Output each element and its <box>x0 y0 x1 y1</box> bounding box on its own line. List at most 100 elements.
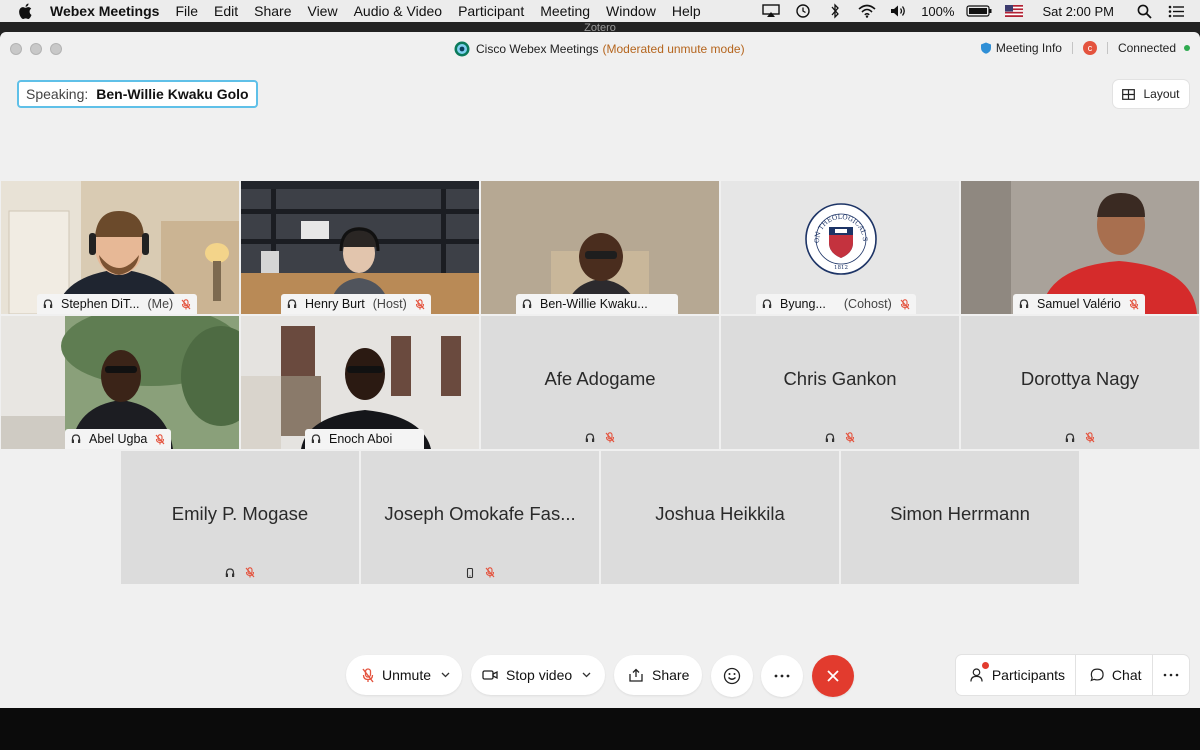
unmute-button[interactable]: Unmute <box>346 655 462 695</box>
participant-name-tag: Enoch Aboi <box>305 429 425 449</box>
video-tile-enoch[interactable]: Enoch Aboi <box>241 316 479 449</box>
participant-status-icons <box>961 432 1199 443</box>
menu-meeting[interactable]: Meeting <box>532 0 598 22</box>
participant-name-tag: Abel Ugba <box>65 429 172 449</box>
headset-icon <box>1019 299 1029 308</box>
participant-name: Samuel Valério <box>1037 297 1121 311</box>
participants-button[interactable]: Participants <box>956 655 1075 695</box>
more-options-button[interactable] <box>761 655 803 697</box>
menu-view[interactable]: View <box>299 0 345 22</box>
chat-button[interactable]: Chat <box>1076 655 1152 695</box>
name-tile-emily[interactable]: Emily P. Mogase <box>121 451 359 584</box>
video-tile-byung[interactable]: PRINCETON THEOLOGICAL SEMINARY 1812 Byun… <box>721 181 959 314</box>
bluetooth-icon[interactable] <box>825 3 845 19</box>
headset-icon <box>825 432 835 442</box>
participant-name: Stephen DiT... <box>61 297 140 311</box>
smiley-icon <box>723 667 741 685</box>
share-icon <box>628 668 644 682</box>
headset-icon <box>43 299 53 308</box>
muted-mic-icon <box>1129 298 1139 309</box>
spotlight-search-icon[interactable] <box>1134 3 1154 19</box>
muted-mic-icon <box>181 298 191 309</box>
participant-name: Chris Gankon <box>783 368 897 389</box>
menu-app-name[interactable]: Webex Meetings <box>36 0 167 22</box>
meeting-info-button[interactable]: Meeting Info <box>996 41 1062 55</box>
shield-icon <box>980 42 992 54</box>
participant-name: Enoch Aboi <box>329 432 393 446</box>
video-tile-henry[interactable]: Henry Burt (Host) <box>241 181 479 314</box>
participant-name-tag: Henry Burt (Host) <box>281 294 431 314</box>
muted-mic-icon <box>1085 432 1095 443</box>
layout-button[interactable]: Layout <box>1113 80 1189 108</box>
headset-icon <box>287 299 297 308</box>
chevron-down-icon[interactable] <box>441 672 450 678</box>
muted-mic-icon <box>155 433 165 444</box>
stop-video-button[interactable]: Stop video <box>471 655 605 695</box>
name-tile-dorottya[interactable]: Dorottya Nagy <box>961 316 1199 449</box>
stop-video-label: Stop video <box>506 667 573 683</box>
menu-audio-video[interactable]: Audio & Video <box>346 0 450 22</box>
recording-badge[interactable]: c <box>1082 41 1097 55</box>
video-tile-samuel[interactable]: Samuel Valério <box>961 181 1199 314</box>
chat-label: Chat <box>1111 667 1142 683</box>
more-dots-icon <box>774 674 790 678</box>
volume-icon[interactable] <box>889 3 909 19</box>
battery-icon[interactable] <box>966 3 992 19</box>
muted-mic-icon <box>845 432 855 443</box>
participant-name-tag: Byung... (Cohost) <box>756 294 916 314</box>
participant-name: Joshua Heikkila <box>655 503 785 524</box>
participant-name: Joseph Omokafe Fas... <box>384 503 576 524</box>
video-tile-stephen[interactable]: Stephen DiT... (Me) <box>1 181 239 314</box>
headset-icon <box>225 567 235 577</box>
menu-participant[interactable]: Participant <box>450 0 532 22</box>
control-list-icon[interactable] <box>1166 3 1186 19</box>
apple-logo-icon[interactable] <box>14 0 36 22</box>
more-panels-button[interactable] <box>1152 655 1189 695</box>
muted-mic-icon <box>362 667 374 683</box>
participant-name: Dorottya Nagy <box>1020 368 1140 389</box>
muted-mic-icon <box>605 432 615 443</box>
reactions-button[interactable] <box>711 655 753 697</box>
name-tile-chris[interactable]: Chris Gankon <box>721 316 959 449</box>
name-tile-simon[interactable]: Simon Herrmann <box>841 451 1079 584</box>
grid-layout-icon <box>1122 88 1136 100</box>
name-tile-joshua[interactable]: Joshua Heikkila <box>601 451 839 584</box>
video-tile-ben-willie[interactable]: Ben-Willie Kwaku... <box>481 181 719 314</box>
layout-label: Layout <box>1143 87 1180 101</box>
airplay-icon[interactable] <box>761 3 781 19</box>
menu-help[interactable]: Help <box>664 0 709 22</box>
video-tile-abel[interactable]: Abel Ugba <box>1 316 239 449</box>
menu-file[interactable]: File <box>167 0 206 22</box>
menu-share[interactable]: Share <box>246 0 299 22</box>
participant-name-tag: Ben-Willie Kwaku... <box>516 294 678 314</box>
name-tile-joseph[interactable]: Joseph Omokafe Fas... <box>361 451 599 584</box>
window-zoom-button[interactable] <box>50 43 62 55</box>
menu-edit[interactable]: Edit <box>206 0 246 22</box>
window-close-button[interactable] <box>10 43 22 55</box>
phone-icon <box>466 567 474 578</box>
participant-status-icons <box>361 567 599 578</box>
participant-name: Ben-Willie Kwaku... <box>540 297 648 311</box>
leave-meeting-button[interactable] <box>812 655 854 697</box>
divider <box>1071 42 1073 54</box>
window-title-bar: Cisco Webex Meetings (Moderated unmute m… <box>0 32 1200 66</box>
name-tile-afe[interactable]: Afe Adogame <box>481 316 719 449</box>
window-minimize-button[interactable] <box>30 43 42 55</box>
share-label: Share <box>652 667 690 683</box>
menu-window[interactable]: Window <box>598 0 664 22</box>
wifi-icon[interactable] <box>857 3 877 19</box>
participant-name: Byung... <box>780 297 826 311</box>
battery-percent: 100% <box>921 3 955 19</box>
menubar-clock[interactable]: Sat 2:00 PM <box>1042 4 1114 19</box>
connection-status: Connected <box>1117 41 1176 55</box>
macos-menu-bar: Webex Meetings File Edit Share View Audi… <box>0 0 1200 22</box>
share-button[interactable]: Share <box>614 655 702 695</box>
participant-name: Abel Ugba <box>89 432 148 446</box>
chevron-down-icon[interactable] <box>582 672 591 678</box>
panel-buttons-group: Participants Chat <box>956 655 1189 695</box>
unmute-mode-label: (Moderated unmute mode) <box>602 42 745 56</box>
time-machine-icon[interactable] <box>793 3 813 19</box>
computer-audio-icon <box>311 434 321 443</box>
us-flag-icon[interactable] <box>1004 3 1024 19</box>
headset-icon <box>522 299 532 308</box>
